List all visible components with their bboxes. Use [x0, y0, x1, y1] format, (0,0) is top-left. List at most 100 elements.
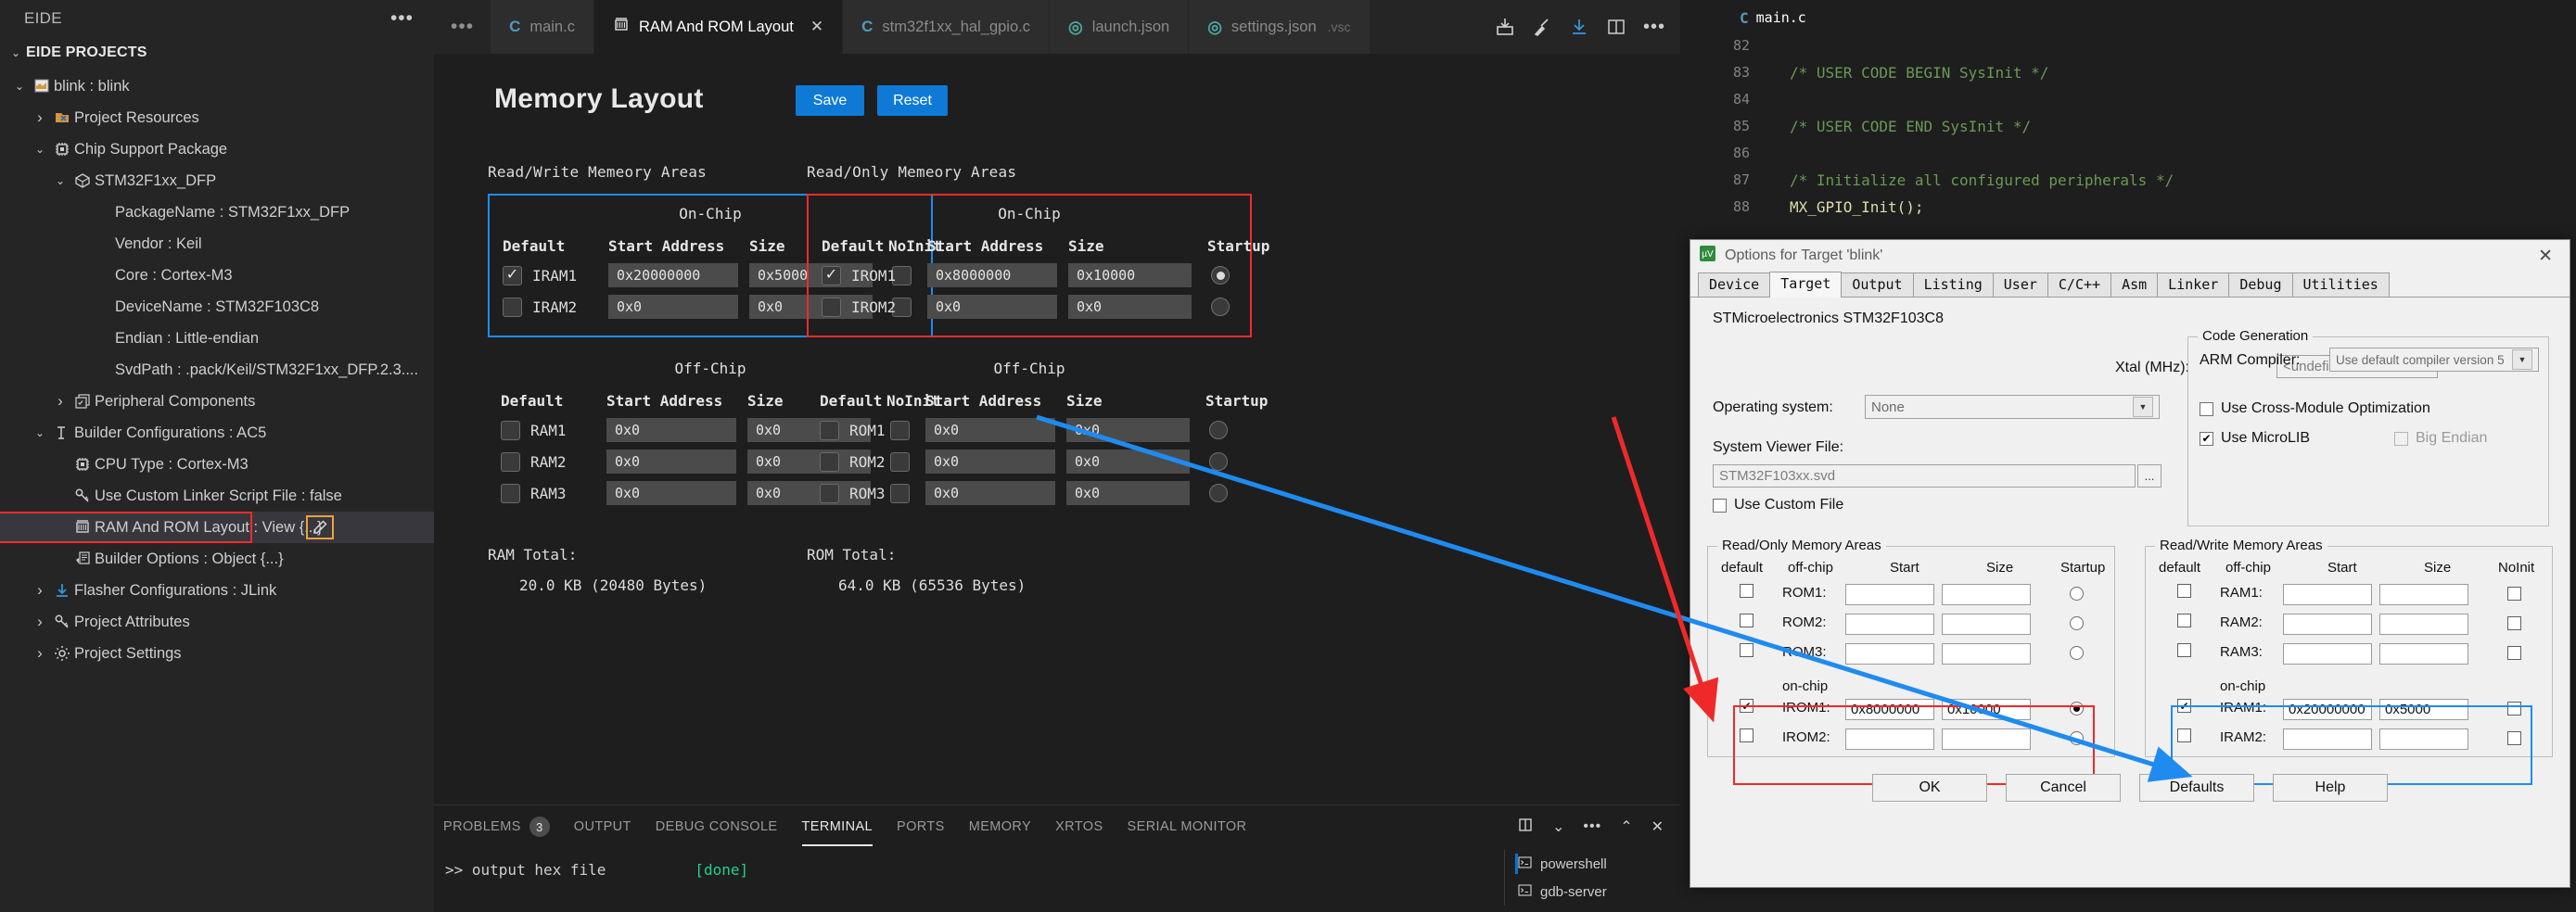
keil-default-checkbox[interactable] — [2177, 614, 2191, 627]
download-flash-icon[interactable] — [1569, 17, 1589, 37]
start-address-input[interactable]: 0x20000000 — [608, 263, 738, 287]
sidebar-item-project[interactable]: › Project Attributes — [0, 606, 434, 638]
chevron-down-icon[interactable]: ⌄ — [1552, 817, 1564, 836]
sidebar-item-peripheral[interactable]: › Peripheral Components — [0, 386, 434, 417]
keil-default-checkbox[interactable] — [2177, 584, 2191, 598]
default-checkbox[interactable] — [820, 420, 839, 440]
keil-size-input[interactable]: 0x5000 — [2379, 699, 2468, 720]
sidebar-item-core[interactable]: · Core : Cortex-M3 — [0, 260, 434, 291]
keil-size-input[interactable] — [1942, 584, 2031, 605]
keil-start-input[interactable] — [1845, 643, 1934, 665]
more-actions-icon[interactable]: ••• — [1643, 18, 1665, 36]
start-address-input[interactable]: 0x0 — [606, 450, 736, 474]
keil-noinit-checkbox[interactable] — [2507, 587, 2521, 601]
split-terminal-icon[interactable] — [1517, 817, 1534, 838]
close-icon[interactable]: ✕ — [810, 18, 823, 36]
panel-tab-problems[interactable]: PROBLEMS 3 — [443, 805, 550, 848]
size-input[interactable]: 0x10000 — [1068, 263, 1192, 287]
editor-tab-main-c[interactable]: Cmain.c — [491, 0, 594, 54]
keil-tab-debug[interactable]: Debug — [2228, 272, 2293, 297]
terminal-list-item[interactable]: gdb-server — [1518, 878, 1669, 906]
keil-tab-cc[interactable]: C/C++ — [2047, 272, 2112, 297]
reset-button[interactable]: Reset — [877, 85, 948, 116]
keil-noinit-checkbox[interactable] — [2507, 702, 2521, 716]
keil-size-input[interactable] — [2379, 728, 2468, 750]
panel-tab-ports[interactable]: PORTS — [897, 805, 945, 848]
keil-noinit-checkbox[interactable] — [2507, 616, 2521, 630]
use-microlib-checkbox[interactable]: ✔ Use MicroLIB — [2200, 430, 2310, 447]
size-input[interactable]: 0x0 — [1068, 295, 1192, 319]
keil-default-checkbox[interactable] — [1740, 614, 1753, 627]
default-checkbox[interactable] — [822, 297, 841, 317]
default-checkbox[interactable] — [820, 483, 839, 503]
keil-startup-radio[interactable] — [2070, 616, 2084, 630]
keil-start-input[interactable] — [2283, 584, 2372, 605]
ellipsis-icon[interactable]: ••• — [390, 8, 414, 28]
panel-tab-memory[interactable]: MEMORY — [969, 805, 1031, 848]
keil-tab-target[interactable]: Target — [1769, 272, 1843, 298]
sidebar-item-devicename[interactable]: · DeviceName : STM32F103C8 — [0, 291, 434, 323]
default-checkbox[interactable] — [503, 265, 522, 285]
start-address-input[interactable]: 0x0 — [925, 418, 1055, 442]
keil-default-checkbox[interactable]: ✔ — [2177, 699, 2191, 713]
terminal-list-item[interactable]: powershell — [1515, 850, 1669, 878]
keil-tab-output[interactable]: Output — [1841, 272, 1914, 297]
use-custom-file-checkbox[interactable]: Use Custom File — [1713, 497, 1843, 513]
arm-compiler-select[interactable]: Use default compiler version 5 ▼ — [2329, 348, 2539, 372]
start-address-input[interactable]: 0x8000000 — [927, 263, 1057, 287]
keil-tab-device[interactable]: Device — [1698, 272, 1771, 297]
keil-size-input[interactable] — [1942, 643, 2031, 665]
sidebar-item-endian[interactable]: · Endian : Little-endian — [0, 323, 434, 354]
keil-start-input[interactable]: 0x8000000 — [1845, 699, 1934, 720]
sidebar-item-flasher[interactable]: › Flasher Configurations : JLink — [0, 575, 434, 606]
keil-start-input[interactable] — [2283, 643, 2372, 665]
operating-system-select[interactable]: None ▼ — [1865, 395, 2160, 419]
keil-size-input[interactable] — [2379, 584, 2468, 605]
keil-tab-utilities[interactable]: Utilities — [2291, 272, 2390, 297]
keil-default-checkbox[interactable]: ✔ — [1740, 699, 1753, 713]
startup-radio[interactable] — [1209, 484, 1228, 502]
defaults-button[interactable]: Defaults — [2139, 774, 2254, 802]
startup-radio[interactable] — [1209, 421, 1228, 439]
tab-overflow-icon[interactable]: ••• — [434, 0, 491, 54]
keil-start-input[interactable] — [1845, 584, 1934, 605]
keil-start-input[interactable] — [2283, 728, 2372, 750]
keil-default-checkbox[interactable] — [2177, 728, 2191, 742]
startup-radio[interactable] — [1209, 452, 1228, 471]
editor-tab-ram-and-rom-layout[interactable]: RAM And ROM Layout ✕ — [593, 0, 844, 54]
sidebar-item-project[interactable]: › Project Resources — [0, 102, 434, 133]
sidebar-item-use[interactable]: · Use Custom Linker Script File : false — [0, 480, 434, 512]
default-checkbox[interactable] — [501, 420, 520, 440]
keil-tab-user[interactable]: User — [1992, 272, 2048, 297]
default-checkbox[interactable] — [503, 297, 522, 317]
tab-main-c[interactable]: C main.c — [1727, 4, 1819, 32]
sidebar-item-packagename[interactable]: · PackageName : STM32F1xx_DFP — [0, 196, 434, 228]
start-address-input[interactable]: 0x0 — [927, 295, 1057, 319]
size-input[interactable]: 0x0 — [1066, 418, 1190, 442]
sidebar-section-eide-projects[interactable]: ⌄ EIDE PROJECTS — [0, 37, 434, 69]
keil-size-input[interactable] — [1942, 614, 2031, 635]
sidebar-item-vendor[interactable]: · Vendor : Keil — [0, 228, 434, 260]
panel-tab-debug-console[interactable]: DEBUG CONSOLE — [656, 805, 778, 848]
start-address-input[interactable]: 0x0 — [925, 450, 1055, 474]
sidebar-item-cpu[interactable]: · CPU Type : Cortex-M3 — [0, 449, 434, 480]
startup-radio[interactable] — [1211, 298, 1230, 316]
panel-tab-terminal[interactable]: TERMINAL — [801, 805, 874, 848]
chevron-up-icon[interactable]: ⌃ — [1620, 817, 1632, 836]
clean-broom-icon[interactable] — [1532, 17, 1552, 37]
keil-startup-radio[interactable] — [2070, 702, 2084, 716]
keil-default-checkbox[interactable] — [1740, 643, 1753, 657]
keil-start-input[interactable] — [1845, 614, 1934, 635]
start-address-input[interactable]: 0x0 — [606, 418, 736, 442]
help-button[interactable]: Help — [2273, 774, 2388, 802]
start-address-input[interactable]: 0x0 — [925, 481, 1055, 505]
size-input[interactable]: 0x0 — [1066, 450, 1190, 474]
keil-noinit-checkbox[interactable] — [2507, 646, 2521, 660]
keil-start-input[interactable] — [1845, 728, 1934, 750]
ok-button[interactable]: OK — [1872, 774, 1987, 802]
save-button[interactable]: Save — [796, 85, 864, 116]
sidebar-item-builder[interactable]: · Builder Options : Object {...} — [0, 543, 434, 575]
keil-default-checkbox[interactable] — [1740, 728, 1753, 742]
editor-tab-settings-json[interactable]: ◎ settings.json .vsc — [1189, 0, 1371, 54]
panel-tab-serial-monitor[interactable]: SERIAL MONITOR — [1128, 805, 1247, 848]
